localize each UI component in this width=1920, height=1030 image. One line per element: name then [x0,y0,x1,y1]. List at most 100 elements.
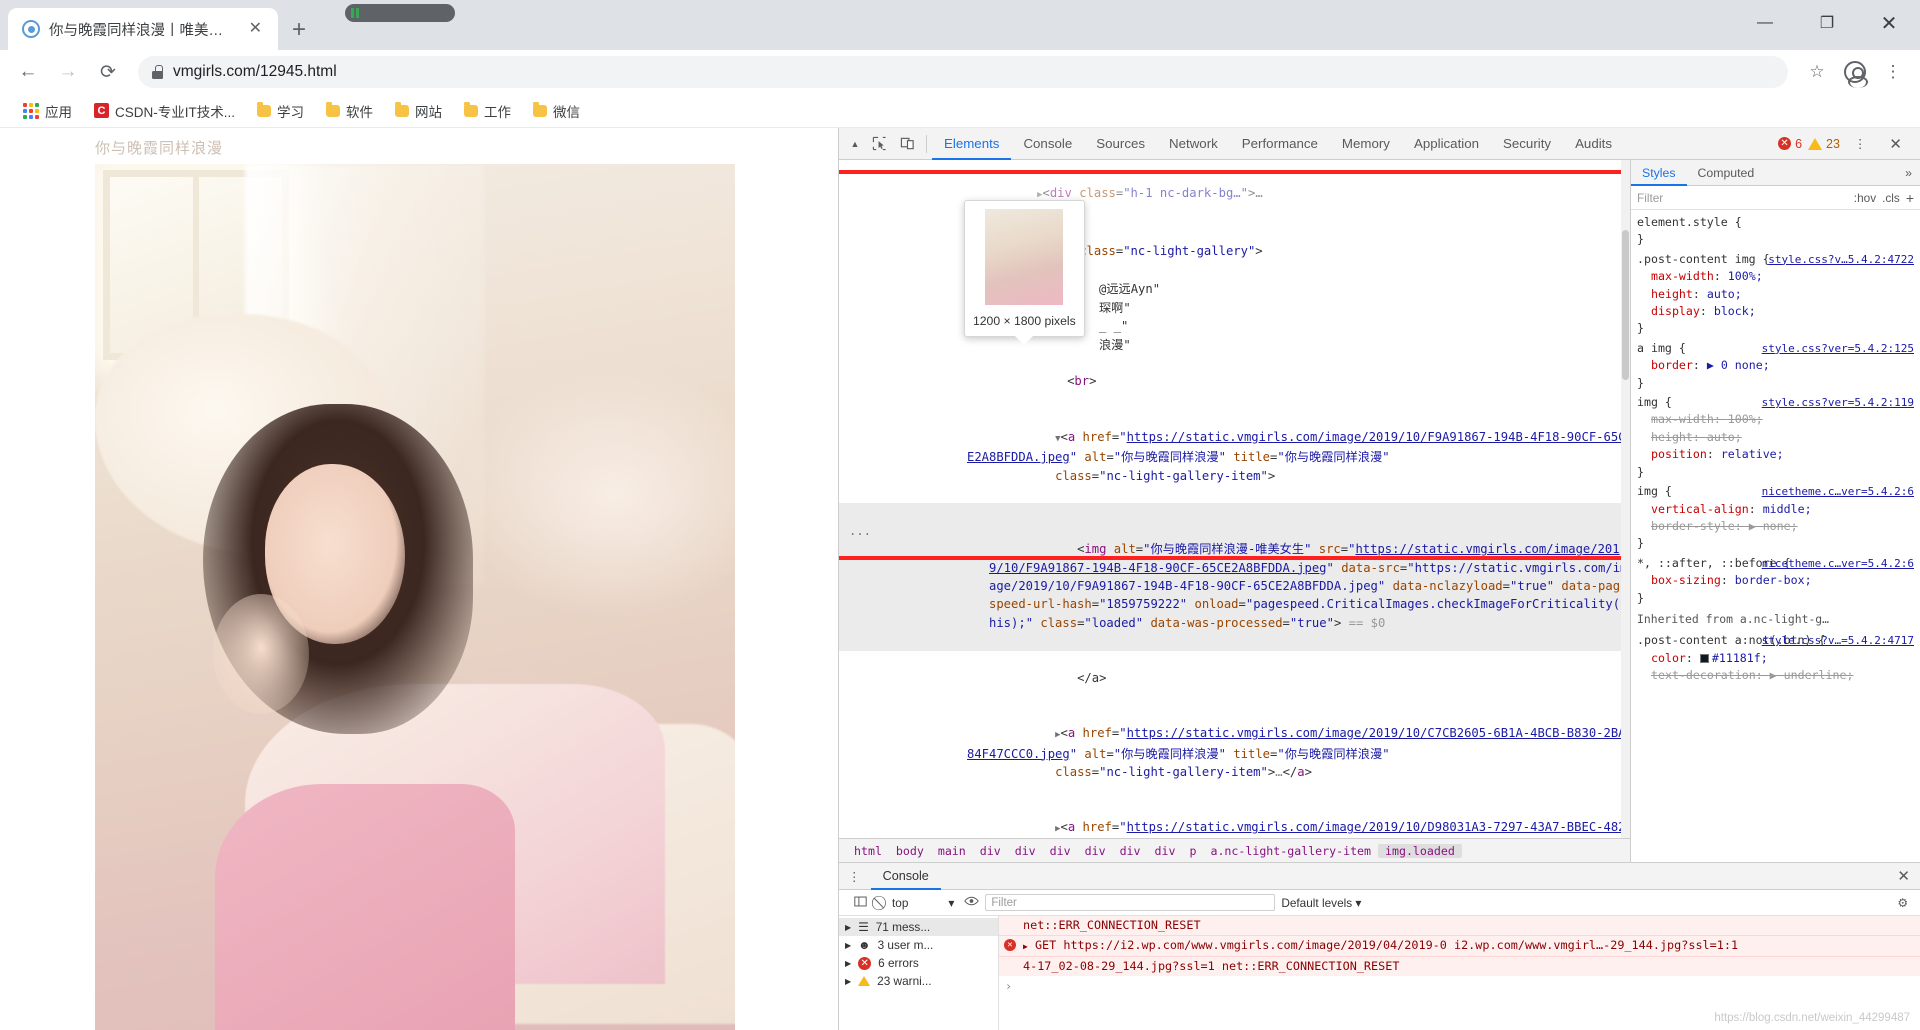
devtools-tab-security[interactable]: Security [1491,128,1563,160]
style-source-link[interactable]: style.css?v…5.4.2:4722 [1768,251,1914,268]
bookmark-folder-study[interactable]: 学习 [248,98,313,124]
bookmark-folder-website[interactable]: 网站 [386,98,451,124]
style-val[interactable]: relative; [1721,447,1784,461]
style-val[interactable]: #11181f; [1712,651,1768,665]
style-val[interactable]: ▶ 0 none; [1707,358,1770,372]
dom-line-br[interactable]: <br> [839,354,1630,409]
chrome-menu-icon[interactable]: ⋮ [1876,55,1910,89]
console-message[interactable]: net::ERR_CONNECTION_RESET [999,916,1920,936]
new-style-rule-button[interactable]: + [1906,190,1914,206]
styles-more-icon[interactable]: » [1897,166,1920,180]
console-message-error[interactable]: ✕ ▶ GET https://i2.wp.com/www.vmgirls.co… [999,936,1920,957]
console-sidebar-warnings[interactable]: ▶ 23 warni... [839,972,998,990]
style-source-link[interactable]: nicetheme.c…ver=5.4.2:6 [1762,555,1914,572]
breadcrumb-item[interactable]: main [931,844,973,858]
style-val[interactable]: block; [1714,304,1756,318]
breadcrumb-item[interactable]: p [1182,844,1203,858]
style-prop[interactable]: max-width [1637,269,1714,283]
style-prop[interactable]: border [1637,358,1693,372]
drawer-close-icon[interactable]: ✕ [1887,867,1920,885]
devtools-tab-application[interactable]: Application [1402,128,1491,160]
style-rule[interactable]: nicetheme.c…ver=5.4.2:6 img { vertical-a… [1631,482,1920,554]
style-prop[interactable]: box-sizing [1637,573,1721,587]
breadcrumb-item[interactable]: div [973,844,1008,858]
maximize-button[interactable]: ❐ [1796,0,1858,46]
devtools-issue-badges[interactable]: ✕ 6 23 ⋮ ✕ [1778,135,1914,153]
console-sidebar-messages[interactable]: ▶ ☰ 71 mess... [839,918,998,936]
style-prop[interactable]: color [1637,651,1686,665]
dom-scrollbar-thumb[interactable] [1622,230,1629,380]
devtools-close-icon[interactable]: ✕ [1881,135,1910,153]
gear-icon[interactable]: ⚙ [1891,896,1914,910]
style-prop[interactable]: position [1637,447,1707,461]
dom-scrollbar[interactable] [1621,160,1630,838]
dom-tree[interactable]: ▶<div class="h-1 nc-dark-bg…">… ▼<div cl… [839,160,1630,838]
dom-line-text-4[interactable]: 浪漫" [839,336,1630,354]
devtools-tab-elements[interactable]: Elements [932,128,1011,160]
style-rule[interactable]: style.css?ver=5.4.2:125 a img { border: … [1631,339,1920,393]
tab-computed[interactable]: Computed [1687,160,1766,186]
style-val[interactable]: ▶ underline; [1770,668,1854,682]
bookmark-folder-work[interactable]: 工作 [455,98,520,124]
forward-button[interactable]: → [50,54,86,90]
tab-styles[interactable]: Styles [1631,160,1687,186]
devtools-tab-memory[interactable]: Memory [1330,128,1402,160]
bookmark-csdn[interactable]: C CSDN-专业IT技术... [85,98,244,124]
style-source-link[interactable]: style.css?v…=5.4.2:4717 [1762,632,1914,649]
warning-badge[interactable]: 23 [1808,137,1840,151]
style-val[interactable]: middle; [1763,502,1812,516]
style-prop[interactable]: vertical-align [1637,502,1749,516]
dom-line-gallery-open[interactable]: ▼<div class="nc-light-gallery"> [839,223,1630,280]
console-filter-input[interactable]: Filter [985,894,1276,911]
scroll-up-icon[interactable]: ▲ [845,139,865,149]
dom-line-sibling-anchor-1[interactable]: ▶<a href="https://static.vmgirls.com/ima… [839,706,1630,800]
breadcrumb-item[interactable]: div [1043,844,1078,858]
expand-arrow-icon[interactable]: ▶ [1023,942,1028,951]
style-rule[interactable]: style.css?v…5.4.2:4722 .post-content img… [1631,250,1920,339]
dom-line-sibling-anchor-2[interactable]: ▶<a href="https://static.vmgirls.com/ima… [839,800,1630,838]
breadcrumb-item[interactable]: div [1008,844,1043,858]
style-prop[interactable]: display [1637,304,1700,318]
style-source-link[interactable]: nicetheme.c…ver=5.4.2:6 [1762,483,1914,500]
dom-line-text-1[interactable]: @远远Ayn" [839,280,1630,298]
style-prop[interactable]: height [1637,287,1693,301]
style-prop[interactable]: height [1637,430,1693,444]
drawer-tab-console[interactable]: Console [871,863,941,890]
cls-toggle[interactable]: .cls [1882,191,1900,205]
style-rule-inherited[interactable]: style.css?v…=5.4.2:4717 .post-content a:… [1631,631,1920,685]
styles-rules-list[interactable]: element.style { } style.css?v…5.4.2:4722… [1631,210,1920,862]
breadcrumb-item[interactable]: body [889,844,931,858]
collapsed-dots[interactable]: ... [849,522,871,540]
device-toolbar-icon[interactable] [893,130,921,158]
console-sidebar-user-messages[interactable]: ▶ ☻ 3 user m... [839,936,998,954]
console-sidebar-toggle-icon[interactable] [845,895,876,911]
devtools-tab-console[interactable]: Console [1011,128,1084,160]
bookmark-folder-software[interactable]: 软件 [317,98,382,124]
style-source-link[interactable]: style.css?ver=5.4.2:125 [1762,340,1914,357]
style-rule[interactable]: style.css?ver=5.4.2:119 img { max-width:… [1631,393,1920,482]
breadcrumb-item[interactable]: html [847,844,889,858]
dom-line-anchor-close[interactable]: </a> [839,651,1630,706]
console-sidebar-errors[interactable]: ▶ ✕ 6 errors [839,954,998,972]
dom-line-clipped[interactable]: ▶<div class="h-1 nc-dark-bg…">… [839,166,1630,223]
hov-toggle[interactable]: :hov [1854,191,1876,205]
style-prop[interactable]: max-width [1637,412,1714,426]
minimize-button[interactable]: — [1734,0,1796,46]
breadcrumb-item[interactable]: div [1113,844,1148,858]
dom-line-selected-img[interactable]: ... <img alt="你与晚霞同样浪漫-唯美女生" src="https:… [839,503,1630,651]
breadcrumb-item[interactable]: div [1078,844,1113,858]
error-badge[interactable]: ✕ 6 [1778,137,1802,151]
style-prop[interactable]: text-decoration [1637,668,1756,682]
breadcrumb-item-selected[interactable]: img.loaded [1378,843,1462,858]
window-close-button[interactable]: ✕ [1858,0,1920,46]
devtools-tab-network[interactable]: Network [1157,128,1230,160]
style-val[interactable]: auto; [1707,287,1742,301]
styles-filter-input[interactable]: Filter [1637,191,1848,205]
style-val[interactable]: auto; [1707,430,1742,444]
dom-line-text-2[interactable]: 琛啊" [839,299,1630,317]
browser-tab[interactable]: 你与晚霞同样浪漫丨唯美女生 ✕ [8,8,278,50]
style-rule[interactable]: element.style { } [1631,213,1920,250]
style-val[interactable]: 100%; [1728,412,1763,426]
devtools-more-icon[interactable]: ⋮ [1846,136,1876,151]
breadcrumb-item[interactable]: a.nc-light-gallery-item [1203,844,1378,858]
